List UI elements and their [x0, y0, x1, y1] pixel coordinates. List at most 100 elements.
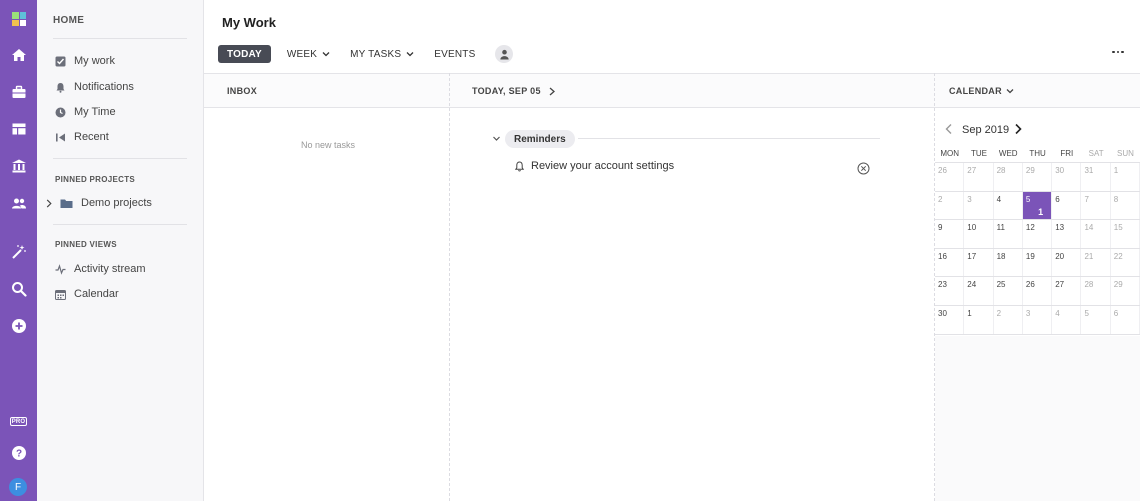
sidebar-item-demo-projects[interactable]: Demo projects	[46, 194, 152, 212]
calendar-day[interactable]: 29	[1023, 163, 1053, 191]
calendar-day[interactable]: 29	[1111, 277, 1140, 305]
search-icon[interactable]	[0, 276, 37, 302]
calendar-day[interactable]: 27	[964, 163, 994, 191]
calendar-day[interactable]: 30	[1052, 163, 1082, 191]
user-filter-button[interactable]	[495, 45, 514, 63]
calendar-day[interactable]: 31	[1081, 163, 1111, 191]
calendar-day[interactable]: 26	[1023, 277, 1053, 305]
calendar-day[interactable]: 18	[994, 248, 1023, 277]
calendar-day[interactable]: 27	[1052, 277, 1082, 305]
calendar-week-row: 30 1 2 3 4 5 6	[935, 305, 1140, 335]
weekday-label: THU	[1029, 149, 1046, 158]
more-options-button[interactable]	[1108, 46, 1128, 58]
previous-month-icon[interactable]	[944, 123, 954, 135]
calendar-day[interactable]: 4	[1052, 305, 1082, 334]
day-number: 11	[996, 223, 1005, 233]
people-icon[interactable]	[0, 190, 37, 216]
calendar-day[interactable]: 2	[935, 191, 965, 220]
day-number: 4	[996, 194, 1002, 204]
help-icon[interactable]: ?	[0, 440, 37, 466]
collapse-reminders-icon[interactable]	[492, 134, 501, 143]
sidebar-item-label: Notifications	[74, 81, 134, 93]
calendar-day[interactable]: 1	[1111, 163, 1140, 191]
calendar-header[interactable]: CALENDAR	[949, 86, 1014, 96]
day-number: 3	[1025, 308, 1031, 318]
today-header[interactable]: TODAY, SEP 05	[472, 86, 555, 96]
bell-icon	[514, 160, 525, 171]
tab-my-tasks[interactable]: MY TASKS	[350, 45, 414, 63]
calendar-week-row: 16 17 18 19 20 21 22	[935, 248, 1140, 278]
logo-icon[interactable]	[0, 6, 37, 32]
calendar-day[interactable]: 20	[1052, 248, 1082, 277]
home-icon[interactable]	[0, 42, 37, 68]
calendar-day[interactable]: 9	[935, 220, 965, 248]
calendar-day[interactable]: 23	[935, 277, 965, 305]
calendar-day[interactable]: 8	[1111, 191, 1140, 220]
tab-today[interactable]: TODAY	[218, 45, 271, 63]
calendar-day[interactable]: 6	[1052, 191, 1082, 220]
calendar-day[interactable]: 26	[935, 163, 965, 191]
calendar-day[interactable]: 30	[935, 305, 965, 334]
day-number: 1	[1113, 166, 1119, 175]
pro-badge[interactable]: PRO	[10, 417, 27, 426]
chevron-right-icon[interactable]	[549, 87, 555, 96]
calendar-day[interactable]: 13	[1052, 220, 1082, 248]
calendar-day[interactable]: 3	[964, 191, 994, 220]
calendar-day[interactable]: 17	[964, 248, 994, 277]
plus-circle-icon[interactable]	[0, 313, 37, 339]
calendar-day[interactable]: 7	[1081, 191, 1111, 220]
day-number: 10	[967, 223, 977, 233]
sidebar-item-my-work[interactable]: My work	[55, 52, 115, 70]
calendar-day[interactable]: 22	[1111, 248, 1140, 277]
chevron-right-icon[interactable]	[46, 198, 52, 209]
calendar-grid: MON TUE WED THU FRI SAT SUN 26 27 28 29 30 31…	[935, 145, 1140, 335]
briefcase-icon[interactable]	[0, 79, 37, 105]
calendar-day[interactable]: 21	[1081, 248, 1111, 277]
calendar-day[interactable]: 15	[1111, 220, 1140, 248]
sidebar-item-label: Activity stream	[74, 263, 146, 275]
calendar-day[interactable]: 11	[994, 220, 1023, 248]
calendar-day[interactable]: 28	[1081, 277, 1111, 305]
day-number: 26	[1025, 280, 1035, 290]
calendar-day[interactable]: 24	[964, 277, 994, 305]
day-number: 22	[1113, 251, 1123, 261]
sidebar-item-notifications[interactable]: Notifications	[55, 78, 134, 96]
day-number: 16	[938, 251, 947, 261]
sidebar-item-activity-stream[interactable]: Activity stream	[55, 260, 146, 278]
day-number: 26	[938, 166, 947, 175]
calendar-day[interactable]: 6	[1111, 305, 1140, 334]
calendar-day[interactable]: 25	[994, 277, 1023, 305]
day-number: 23	[938, 280, 947, 290]
sidebar-heading-home: HOME	[53, 15, 85, 26]
calendar-day[interactable]: 12	[1023, 220, 1053, 248]
calendar-day[interactable]: 16	[935, 248, 965, 277]
calendar-day[interactable]: 28	[994, 163, 1023, 191]
calendar-day[interactable]: 14	[1081, 220, 1111, 248]
board-icon[interactable]	[0, 116, 37, 142]
calendar-day-today[interactable]: 51	[1022, 191, 1053, 220]
weekday-label: SUN	[1116, 149, 1134, 158]
magic-wand-icon[interactable]	[0, 239, 37, 265]
clock-icon	[55, 107, 66, 118]
sidebar-item-recent[interactable]: Recent	[55, 128, 109, 146]
calendar-day[interactable]: 5	[1081, 305, 1111, 334]
day-number: 7	[1084, 194, 1089, 204]
day-number: 9	[938, 223, 943, 233]
calendar-day[interactable]: 10	[964, 220, 994, 248]
calendar-day[interactable]: 19	[1023, 248, 1053, 277]
sidebar-item-calendar[interactable]: Calendar	[55, 285, 119, 303]
dismiss-reminder-icon[interactable]	[857, 162, 870, 175]
sidebar-item-my-time[interactable]: My Time	[55, 103, 116, 121]
calendar-day[interactable]: 2	[994, 305, 1023, 334]
tab-week[interactable]: WEEK	[287, 45, 330, 63]
bank-icon[interactable]	[0, 153, 37, 179]
calendar-day[interactable]: 3	[1023, 305, 1053, 334]
tab-events[interactable]: EVENTS	[434, 45, 475, 63]
calendar-day[interactable]: 1	[964, 305, 994, 334]
next-month-icon[interactable]	[1013, 123, 1023, 135]
user-icon	[500, 49, 509, 60]
day-number: 27	[1055, 280, 1065, 290]
user-avatar[interactable]: F	[9, 478, 27, 496]
reminder-item[interactable]: Review your account settings	[514, 160, 674, 172]
calendar-day[interactable]: 4	[994, 191, 1023, 220]
